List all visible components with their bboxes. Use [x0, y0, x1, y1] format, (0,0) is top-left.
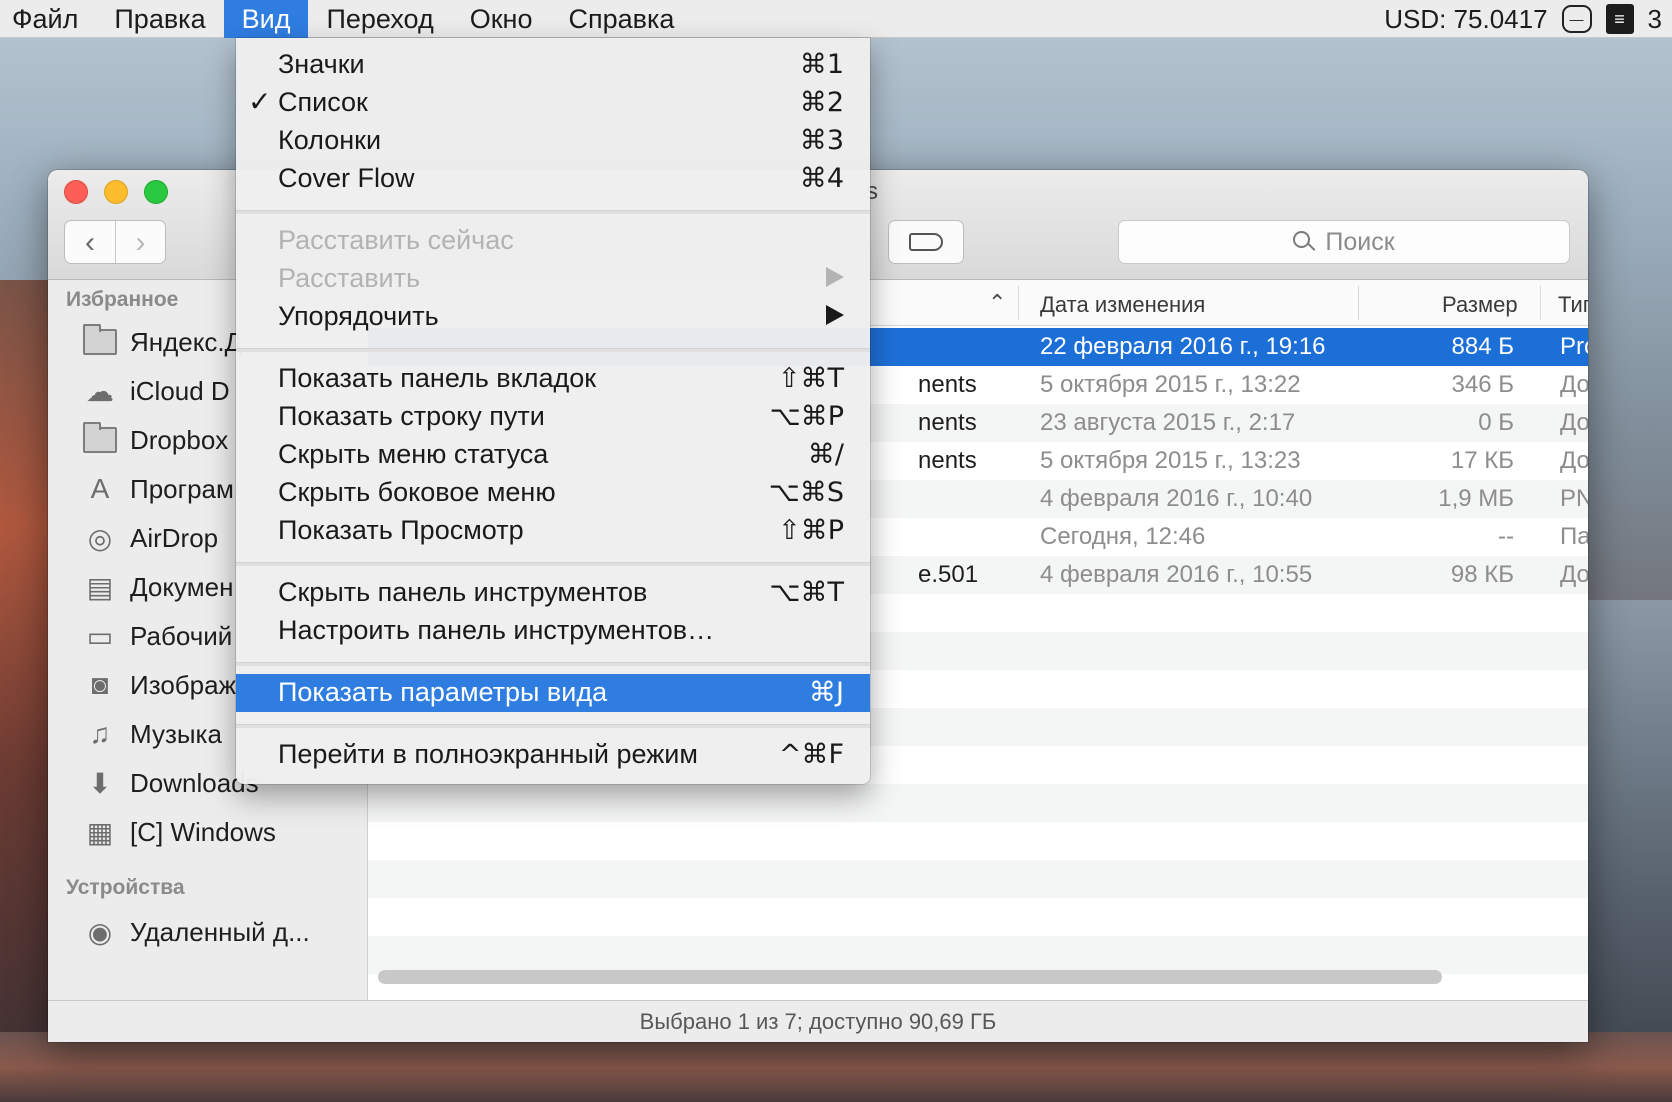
sidebar-item-label: Dropbox: [130, 424, 229, 455]
menu-separator: [236, 348, 870, 352]
sidebar-item-label: Музыка: [130, 718, 222, 749]
menu-item-columns[interactable]: Колонки ⌘3: [236, 122, 870, 160]
menu-item-hide-sidebar[interactable]: Скрыть боковое меню ⌥⌘S: [236, 474, 870, 512]
menu-separator: [236, 210, 870, 214]
view-menu-dropdown: Значки ⌘1 ✓ Список ⌘2 Колонки ⌘3 Cover F…: [236, 38, 870, 784]
column-type[interactable]: Тип: [1558, 292, 1588, 318]
submenu-arrow-icon: [826, 305, 844, 325]
empty-row: [368, 822, 1588, 860]
search-placeholder: Поиск: [1325, 227, 1395, 256]
menu-item-hide-status-bar[interactable]: Скрыть меню статуса ⌘/: [236, 436, 870, 474]
menu-item-show-tab-bar[interactable]: Показать панель вкладок ⇧⌘T: [236, 360, 870, 398]
sidebar-item-label: Докумен: [130, 571, 234, 602]
sidebar-item-label: Яндекс.Д: [130, 326, 243, 357]
desktop-icon: ▭: [86, 620, 114, 652]
menu-item-sort-by[interactable]: Упорядочить: [236, 298, 870, 336]
sidebar-item-yandex[interactable]: Яндекс.Д: [82, 322, 242, 362]
sidebar-item-downloads[interactable]: ⬇ Downloads: [82, 763, 258, 803]
minimize-button[interactable]: [104, 180, 128, 204]
wallpaper-mountain-bottom: [0, 1032, 1672, 1102]
menu-item-icons[interactable]: Значки ⌘1: [236, 46, 870, 84]
menu-help[interactable]: Справка: [550, 0, 692, 38]
messenger-icon[interactable]: —: [1561, 5, 1592, 33]
menu-separator: [236, 724, 870, 728]
applications-icon: A: [90, 473, 110, 504]
sidebar-item-airdrop[interactable]: ◎ AirDrop: [82, 518, 218, 558]
sidebar-item-label: Удаленный д...: [130, 916, 310, 947]
menu-item-list[interactable]: ✓ Список ⌘2: [236, 84, 870, 122]
sidebar-item-label: iCloud D: [130, 375, 230, 406]
menu-window[interactable]: Окно: [452, 0, 551, 38]
menu-item-arrange: Расставить: [236, 260, 870, 298]
column-size[interactable]: Размер: [1442, 292, 1518, 318]
menu-view[interactable]: Вид: [223, 0, 309, 38]
menu-item-show-view-options[interactable]: Показать параметры вида ⌘J: [236, 674, 870, 712]
menu-go[interactable]: Переход: [308, 0, 451, 38]
sidebar-item-documents[interactable]: ▤ Докумен: [82, 567, 234, 607]
zoom-button[interactable]: [144, 180, 168, 204]
sidebar-item-label: Изображ: [130, 669, 236, 700]
sidebar-item-music[interactable]: ♫ Музыка: [82, 714, 222, 754]
empty-row: [368, 860, 1588, 898]
sidebar-item-label: Рабочий: [130, 620, 233, 651]
menu-separator: [236, 562, 870, 566]
disk-icon: ▦: [86, 816, 114, 848]
music-icon: ♫: [89, 718, 111, 749]
sidebar-item-label: AirDrop: [130, 522, 219, 553]
menu-item-customize-toolbar[interactable]: Настроить панель инструментов…: [236, 612, 870, 650]
sidebar-item-applications[interactable]: A Програм: [82, 469, 234, 509]
documents-icon: ▤: [86, 571, 114, 603]
folder-icon: [82, 422, 118, 455]
tag-icon: [909, 233, 943, 251]
sidebar-item-label: Програм: [130, 473, 234, 504]
airdrop-icon: ◎: [87, 522, 113, 554]
remote-disc-icon: ◉: [87, 916, 113, 948]
menu-edit[interactable]: Правка: [96, 0, 223, 38]
menu-item-clean-up: Расставить сейчас: [278, 225, 514, 255]
downloads-icon: ⬇: [88, 767, 112, 799]
menubar: Файл Правка Вид Переход Окно Справка USD…: [0, 0, 1672, 38]
folder-icon: [82, 324, 118, 357]
sidebar-item-dropbox[interactable]: Dropbox: [82, 420, 228, 460]
stack-icon[interactable]: ≡: [1605, 4, 1634, 34]
menu-item-show-path-bar[interactable]: Показать строку пути ⌥⌘P: [236, 398, 870, 436]
status-badge-count: 3: [1647, 3, 1662, 34]
menu-item-enter-full-screen[interactable]: Перейти в полноэкранный режим ^⌘F: [236, 736, 870, 774]
sort-ascending-icon[interactable]: ⌃: [988, 290, 1006, 316]
sidebar-item-windows[interactable]: ▦ [C] Windows: [82, 812, 276, 852]
column-date[interactable]: Дата изменения: [1040, 292, 1205, 318]
cloud-icon: ☁: [86, 375, 114, 407]
forward-button[interactable]: ›: [114, 221, 165, 263]
menu-item-show-preview[interactable]: Показать Просмотр ⇧⌘P: [236, 512, 870, 550]
sidebar-item-icloud[interactable]: ☁ iCloud D: [82, 371, 230, 411]
sidebar-header-favorites: Избранное: [66, 288, 179, 311]
horizontal-scrollbar[interactable]: [378, 970, 1442, 984]
navigation-buttons: ‹ ›: [64, 220, 166, 264]
currency-rate[interactable]: USD: 75.0417: [1384, 4, 1547, 35]
wallpaper-mountain-right: [1582, 600, 1672, 1102]
search-icon: [1293, 231, 1316, 253]
submenu-arrow-icon: [826, 267, 844, 287]
checkmark-icon: ✓: [248, 85, 272, 118]
sidebar-item-label: [C] Windows: [130, 816, 276, 847]
tags-button[interactable]: [888, 220, 964, 264]
empty-row: [368, 898, 1588, 936]
sidebar-item-remote-disc[interactable]: ◉ Удаленный д...: [82, 912, 310, 952]
camera-icon: ◙: [91, 669, 109, 700]
menu-separator: [236, 662, 870, 666]
menu-item-hide-toolbar[interactable]: Скрыть панель инструментов ⌥⌘T: [236, 574, 870, 612]
search-input[interactable]: Поиск: [1118, 220, 1570, 264]
status-bar: Выбрано 1 из 7; доступно 90,69 ГБ: [48, 1000, 1588, 1042]
back-button[interactable]: ‹: [65, 221, 115, 263]
menu-item-cover-flow[interactable]: Cover Flow ⌘4: [236, 160, 870, 198]
empty-row: [368, 784, 1588, 822]
sidebar-header-devices: Устройства: [66, 876, 185, 899]
menubar-status-area: USD: 75.0417 — ≡ 3: [1384, 0, 1662, 38]
empty-row: [368, 936, 1588, 974]
menu-file[interactable]: Файл: [0, 0, 96, 38]
sidebar-item-pictures[interactable]: ◙ Изображ: [82, 665, 236, 705]
close-button[interactable]: [64, 180, 88, 204]
sidebar-item-desktop[interactable]: ▭ Рабочий: [82, 616, 233, 656]
